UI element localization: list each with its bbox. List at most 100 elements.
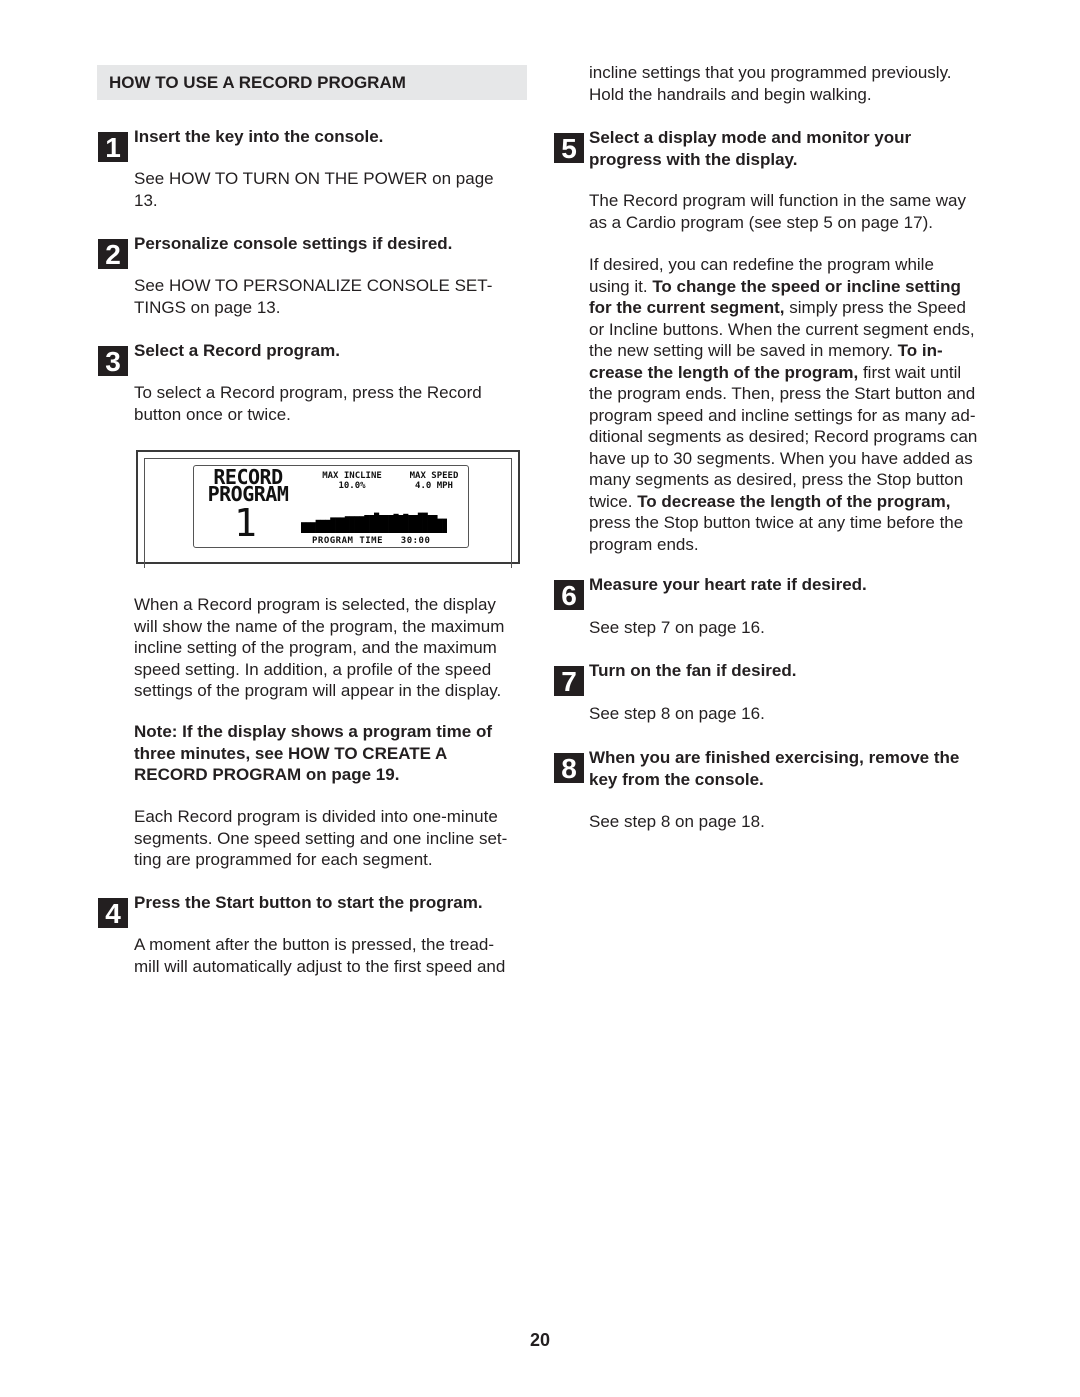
frame-line: [511, 458, 512, 568]
text-line: 13.: [134, 190, 158, 210]
step-3-title: Select a Record program.: [134, 341, 340, 360]
step-8-badge: 8: [554, 753, 584, 784]
speed-segment-bar: [320, 519, 326, 533]
text-line: See HOW TO TURN ON THE POWER on page: [134, 169, 494, 188]
text-line: Hold the handrails and begin walking.: [589, 84, 872, 104]
speed-segment-bar: [344, 516, 350, 533]
step-2-body: See HOW TO PERSONALIZE CONSOLE SET- TING…: [134, 275, 492, 318]
text-line: the program ends. Then, press the Start …: [589, 383, 977, 405]
speed-segment-bar: [374, 512, 380, 533]
text-run: twice.: [589, 491, 638, 511]
lcd-program-number: 1: [234, 501, 257, 545]
text-line: ting are programmed for each segment.: [134, 850, 433, 869]
step-7-title: Turn on the fan if desired.: [589, 661, 797, 680]
speed-segment-bar: [315, 519, 321, 533]
text-line: have up to 30 segments. When you have ad…: [589, 448, 977, 470]
step-7-body: See step 8 on page 16.: [589, 704, 765, 723]
text-line: key from the console.: [589, 770, 764, 789]
text-line: button once or twice.: [134, 404, 291, 424]
speed-segment-bar: [432, 515, 438, 533]
lcd-max-speed-value: 4.0 MPH: [415, 481, 453, 491]
text-line: Each Record program is divided into one-…: [134, 807, 498, 826]
text-run: have up to 30 segments. When you have ad…: [589, 448, 973, 468]
speed-segment-bar: [364, 515, 370, 533]
lcd-screen: RECORD PROGRAM 1 MAX INCLINE 10.0% MAX S…: [193, 465, 469, 548]
text-line: RECORD PROGRAM on page 19.: [134, 765, 400, 784]
text-line: settings of the program will appear in t…: [134, 681, 502, 700]
note: Note: If the display shows a program tim…: [134, 721, 492, 786]
step-7-badge: 7: [554, 666, 584, 697]
frame-line: [144, 458, 145, 568]
lcd-max-incline-label: MAX INCLINE: [322, 471, 382, 481]
text-line: or Incline buttons. When the current seg…: [589, 319, 977, 341]
text-line: the new setting will be saved in memory.…: [589, 340, 977, 362]
speed-segment-bar: [393, 513, 399, 533]
speed-segment-bar: [427, 515, 433, 533]
text-line: ditional segments as desired; Record pro…: [589, 426, 977, 448]
text-line: segments. One speed setting and one incl…: [134, 828, 508, 848]
speed-segment-bar: [412, 515, 419, 533]
text-line: mill will automatically adjust to the fi…: [134, 956, 506, 976]
step-5-badge: 5: [554, 133, 584, 164]
step-6-badge: 6: [554, 580, 584, 611]
speed-segment-bar: [305, 522, 312, 533]
text-line: When you are finished exercising, remove…: [589, 748, 960, 767]
page-number: 20: [529, 1330, 551, 1350]
lcd-max-speed: MAX SPEED 4.0 MPH: [399, 471, 469, 491]
text-line: using it. To change the speed or incline…: [589, 276, 977, 298]
speed-segment-bar: [310, 522, 316, 533]
display-description: When a Record program is selected, the d…: [134, 594, 504, 702]
step-8-body: See step 8 on page 18.: [589, 812, 765, 831]
speed-segment-bar: [417, 512, 423, 533]
lcd-program-time: PROGRAM TIME 30:00: [312, 536, 430, 546]
text-run: press the Stop button twice at any time …: [589, 513, 964, 532]
text-run: the program ends. Then, press the Start …: [589, 384, 976, 403]
step-8-title: When you are finished exercising, remove…: [589, 747, 959, 791]
speed-segment-bar: [330, 517, 336, 533]
text-run: program ends.: [589, 534, 699, 554]
speed-segment-bar: [325, 519, 331, 533]
lcd-program-name: RECORD PROGRAM: [200, 467, 296, 504]
text-line: incline settings that you programmed pre…: [589, 63, 952, 82]
text-line: progress with the display.: [589, 150, 798, 169]
lcd-speed-profile: [301, 512, 447, 533]
emphasis-text: To in-: [897, 341, 943, 360]
lcd-max-incline: MAX INCLINE 10.0%: [312, 471, 392, 491]
step-4-title: Press the Start button to start the prog…: [134, 893, 483, 912]
text-line: press the Stop button twice at any time …: [589, 512, 977, 534]
section-header: HOW TO USE A RECORD PROGRAM: [97, 65, 527, 100]
text-line: When a Record program is selected, the d…: [134, 595, 496, 614]
text-line: twice. To decrease the length of the pro…: [589, 491, 977, 513]
text-line: three minutes, see HOW TO CREATE A: [134, 743, 448, 763]
step-1-title: Insert the key into the console.: [134, 127, 384, 146]
speed-segment-bar: [378, 515, 385, 533]
emphasis-text: for the current segment,: [589, 298, 785, 317]
speed-segment-bar: [359, 516, 365, 533]
speed-segment-bar: [442, 518, 447, 533]
text-line: program ends.: [589, 534, 977, 556]
text-line: See HOW TO PERSONALIZE CONSOLE SET-: [134, 276, 493, 295]
text-run: many segments as desired, press the Stop…: [589, 470, 964, 489]
step-1-body: See HOW TO TURN ON THE POWER on page 13.: [134, 168, 494, 211]
text-line: A moment after the button is pressed, th…: [134, 935, 495, 954]
step-1-badge: 1: [98, 132, 128, 163]
text-run: the new setting will be saved in memory.: [589, 341, 898, 360]
speed-segment-bar: [437, 518, 443, 533]
step-4-body: A moment after the button is pressed, th…: [134, 934, 505, 977]
speed-segment-bar: [383, 515, 389, 533]
lcd-program-time-label: PROGRAM TIME: [312, 536, 384, 546]
step-3-badge: 3: [98, 346, 128, 377]
text-run: using it.: [589, 276, 653, 296]
speed-segment-bar: [398, 515, 404, 533]
step-6-body: See step 7 on page 16.: [589, 618, 765, 637]
speed-segment-bar: [422, 512, 428, 533]
speed-segment-bar: [349, 516, 355, 533]
step-6-title: Measure your heart rate if desired.: [589, 575, 867, 594]
step-5-title: Select a display mode and monitor your p…: [589, 127, 911, 171]
text-line: crease the length of the program, first …: [589, 362, 977, 384]
text-line: If desired, you can redefine the program…: [589, 254, 977, 276]
text-run: If desired, you can redefine the program…: [589, 255, 934, 274]
text-line: program speed and incline settings for a…: [589, 405, 977, 427]
text-run: ditional segments as desired; Record pro…: [589, 427, 978, 446]
text-line: Select a display mode and monitor your: [589, 128, 912, 147]
